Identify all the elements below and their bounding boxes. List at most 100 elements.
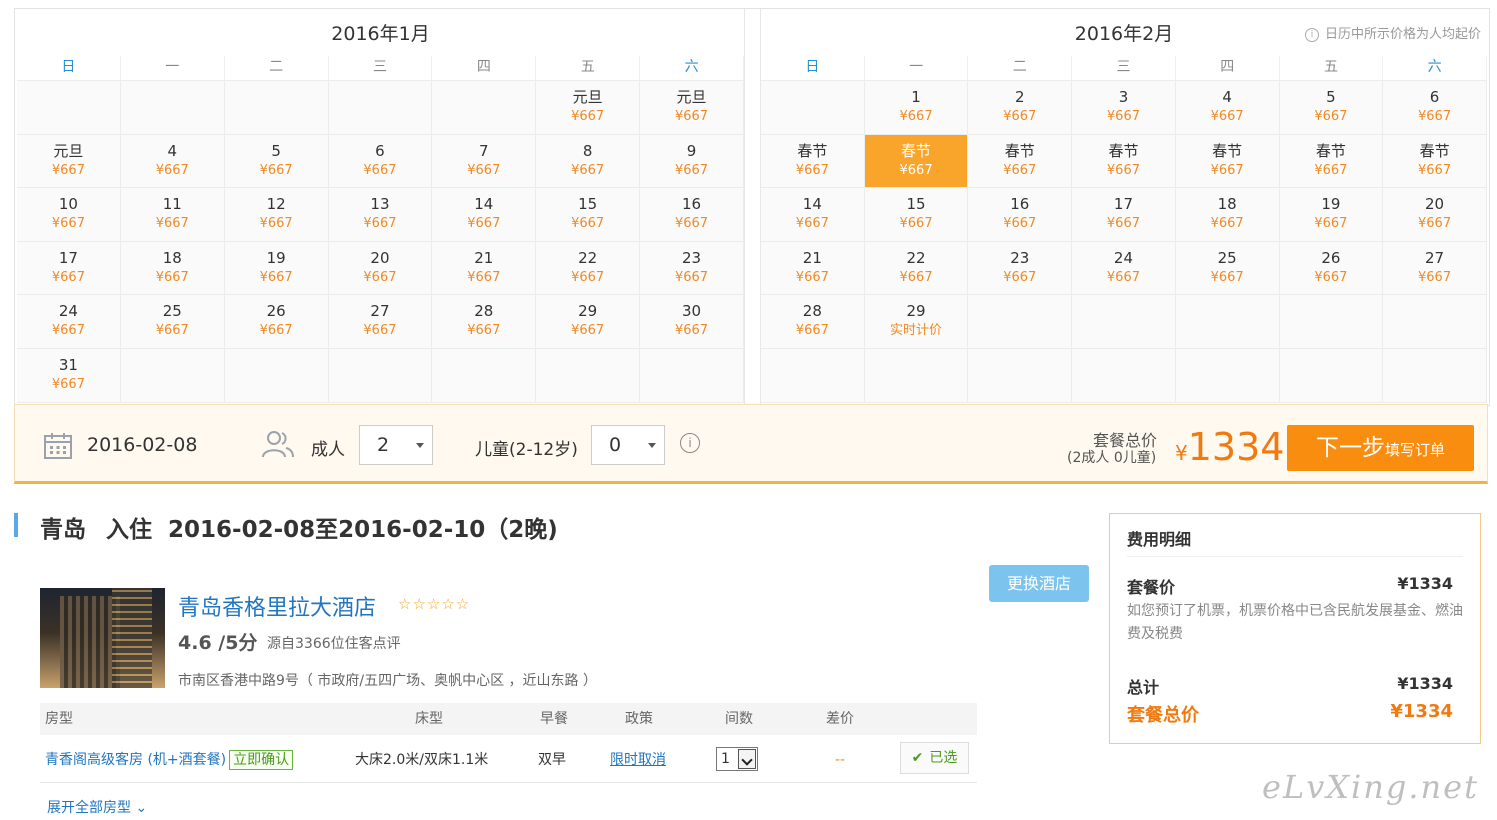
day-price: 实时计价	[890, 323, 943, 339]
fee-total-value: ¥1334	[1390, 701, 1453, 722]
child-select[interactable]: 0	[591, 425, 665, 465]
header-price-diff: 差价	[826, 711, 854, 727]
bed-type: 大床2.0米/双床1.1米	[355, 752, 489, 768]
calendar-day[interactable]: 21 ¥667	[432, 241, 537, 296]
calendar-day[interactable]: 1 ¥667	[864, 81, 969, 135]
day-label: 元旦	[572, 88, 603, 106]
calendar-day[interactable]: 元旦 ¥667	[17, 134, 121, 189]
calendar-day[interactable]: 春节 ¥667	[1383, 134, 1487, 189]
calendar-empty-cell	[1383, 348, 1487, 403]
calendar-day[interactable]: 21 ¥667	[761, 241, 865, 296]
calendar-day[interactable]: 17 ¥667	[17, 241, 121, 296]
hotel-name-link[interactable]: 青岛香格里拉大酒店	[178, 590, 376, 622]
calendar-day[interactable]: 春节 ¥667	[1072, 134, 1176, 189]
calendar-day[interactable]: 5 ¥667	[224, 134, 329, 189]
calendar-day[interactable]: 3 ¥667	[1072, 81, 1176, 135]
calendar-day[interactable]: 5 ¥667	[1279, 81, 1384, 135]
calendar-day[interactable]: 14 ¥667	[761, 188, 865, 242]
calendar-day[interactable]: 20 ¥667	[328, 241, 433, 296]
change-hotel-button[interactable]: 更换酒店	[989, 565, 1089, 602]
calendar-day[interactable]: 24 ¥667	[1072, 241, 1176, 296]
calendar-day[interactable]: 7 ¥667	[432, 134, 537, 189]
calendar-day[interactable]: 2 ¥667	[968, 81, 1073, 135]
calendar-day[interactable]: 19 ¥667	[224, 241, 329, 296]
calendar-day[interactable]: 16 ¥667	[640, 188, 744, 242]
calendar-day[interactable]: 元旦 ¥667	[536, 81, 641, 135]
calendar-day[interactable]: 27 ¥667	[1383, 241, 1487, 296]
fee-sum-row: 总计 ¥1334	[1127, 674, 1453, 698]
calendar-day[interactable]: 13 ¥667	[328, 188, 433, 242]
calendar-day[interactable]: 17 ¥667	[1072, 188, 1176, 242]
check-icon: ✔	[911, 750, 924, 766]
calendar-day[interactable]: 26 ¥667	[1279, 241, 1384, 296]
calendar-day[interactable]: 春节 ¥667	[864, 134, 969, 189]
calendar-day[interactable]: 4 ¥667	[120, 134, 225, 189]
room-name-link[interactable]: 青香阁高级客房 (机+酒套餐)	[45, 752, 226, 768]
header-breakfast: 早餐	[540, 711, 568, 727]
calendar-day[interactable]: 31 ¥667	[17, 348, 121, 403]
calendar-day[interactable]: 春节 ¥667	[761, 134, 865, 189]
calendar-day[interactable]: 18 ¥667	[120, 241, 225, 296]
calendar-day[interactable]: 春节 ¥667	[1279, 134, 1384, 189]
calendar-day[interactable]: 元旦 ¥667	[640, 81, 744, 135]
calendar-day[interactable]: 29 实时计价	[864, 295, 969, 349]
calendar-day[interactable]: 8 ¥667	[536, 134, 641, 189]
calendar-day[interactable]: 春节 ¥667	[968, 134, 1073, 189]
calendar-day[interactable]: 4 ¥667	[1175, 81, 1280, 135]
calendar-day[interactable]: 6 ¥667	[1383, 81, 1487, 135]
day-price: ¥667	[467, 269, 501, 285]
calendar-day[interactable]: 30 ¥667	[640, 295, 744, 349]
calendar-note-text: 日历中所示价格为人均起价	[1324, 27, 1481, 42]
day-label: 27	[370, 302, 390, 321]
day-label: 18	[162, 248, 182, 267]
info-icon[interactable]: i	[680, 433, 700, 453]
day-label: 24	[1113, 248, 1133, 267]
calendar-day[interactable]: 6 ¥667	[328, 134, 433, 189]
selected-button[interactable]: ✔ 已选	[900, 742, 969, 774]
weekday-label: 二	[225, 56, 329, 80]
calendar-day[interactable]: 10 ¥667	[17, 188, 121, 242]
booking-bar: 2016-02-08 成人 2 儿童(2-12岁) 0 i 套餐总价 (2成人 …	[14, 404, 1488, 484]
day-price: ¥667	[674, 323, 709, 339]
calendar-day[interactable]: 19 ¥667	[1279, 188, 1384, 242]
calendar-day[interactable]: 18 ¥667	[1175, 188, 1280, 242]
calendar-day[interactable]: 春节 ¥667	[1175, 134, 1280, 189]
calendar-day[interactable]: 26 ¥667	[224, 295, 329, 349]
calendar-day[interactable]: 29 ¥667	[536, 295, 641, 349]
calendar-day[interactable]: 14 ¥667	[432, 188, 537, 242]
calendar-day[interactable]: 16 ¥667	[968, 188, 1073, 242]
calendar-day[interactable]: 28 ¥667	[761, 295, 865, 349]
calendar-day[interactable]: 11 ¥667	[120, 188, 225, 242]
calendar-day[interactable]: 28 ¥667	[432, 295, 537, 349]
calendar-empty-cell	[1279, 348, 1384, 403]
calendar-day[interactable]: 20 ¥667	[1383, 188, 1487, 242]
selected-date[interactable]: 2016-02-08	[87, 434, 197, 456]
calendar-day[interactable]: 23 ¥667	[640, 241, 744, 296]
calendar-day[interactable]: 15 ¥667	[536, 188, 641, 242]
calendar-day[interactable]: 27 ¥667	[328, 295, 433, 349]
calendar-empty-cell	[864, 348, 969, 403]
calendar-day[interactable]: 23 ¥667	[968, 241, 1073, 296]
calendar-icon[interactable]	[43, 431, 73, 461]
calendar-day[interactable]: 12 ¥667	[224, 188, 329, 242]
calendar-empty-cell	[968, 348, 1073, 403]
room-quantity-select[interactable]: 1	[716, 747, 758, 771]
calendar-day[interactable]: 25 ¥667	[120, 295, 225, 349]
users-icon	[262, 431, 294, 458]
calendar-day[interactable]: 9 ¥667	[640, 134, 744, 189]
day-label: 22	[578, 248, 598, 267]
day-price: ¥667	[1418, 269, 1452, 285]
adult-select[interactable]: 2	[359, 425, 433, 465]
day-label: 元旦	[53, 141, 84, 160]
day-price: ¥667	[155, 162, 189, 178]
month-february: 2016年2月 日一二三四五六 1 ¥667 2 ¥667 3 ¥667 4 ¥667 5 ¥66…	[761, 9, 1488, 405]
calendar-day[interactable]: 22 ¥667	[536, 241, 641, 296]
cancel-policy-link[interactable]: 限时取消	[610, 738, 666, 782]
expand-rooms-link[interactable]: 展开全部房型 ⌄	[47, 797, 147, 817]
hotel-photo[interactable]	[40, 588, 165, 688]
next-step-button[interactable]: 下一步填写订单	[1287, 425, 1474, 471]
calendar-day[interactable]: 15 ¥667	[864, 188, 969, 242]
calendar-day[interactable]: 24 ¥667	[17, 295, 121, 349]
calendar-day[interactable]: 25 ¥667	[1175, 241, 1280, 296]
calendar-day[interactable]: 22 ¥667	[864, 241, 969, 296]
